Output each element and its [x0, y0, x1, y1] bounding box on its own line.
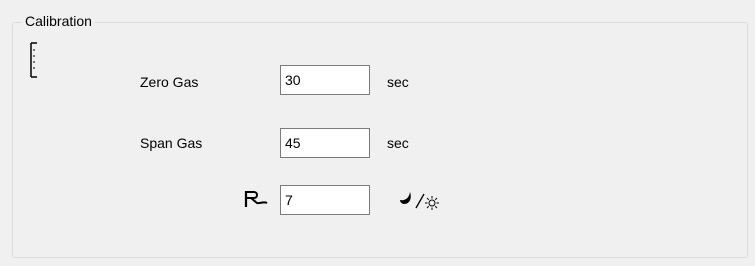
zero-gas-label: Zero Gas: [140, 74, 199, 90]
span-gas-unit: sec: [387, 135, 409, 151]
flag-symbol-icon: [244, 191, 268, 207]
calibration-group-title: Calibration: [22, 12, 95, 30]
zero-gas-unit: sec: [387, 74, 409, 90]
calibration-groupbox: [12, 22, 748, 258]
span-gas-input[interactable]: [280, 128, 370, 158]
cycle-input[interactable]: [280, 185, 370, 215]
night-day-icon: [400, 192, 439, 210]
ruler-icon: [30, 42, 37, 78]
zero-gas-input[interactable]: [280, 65, 370, 95]
span-gas-label: Span Gas: [140, 135, 203, 151]
